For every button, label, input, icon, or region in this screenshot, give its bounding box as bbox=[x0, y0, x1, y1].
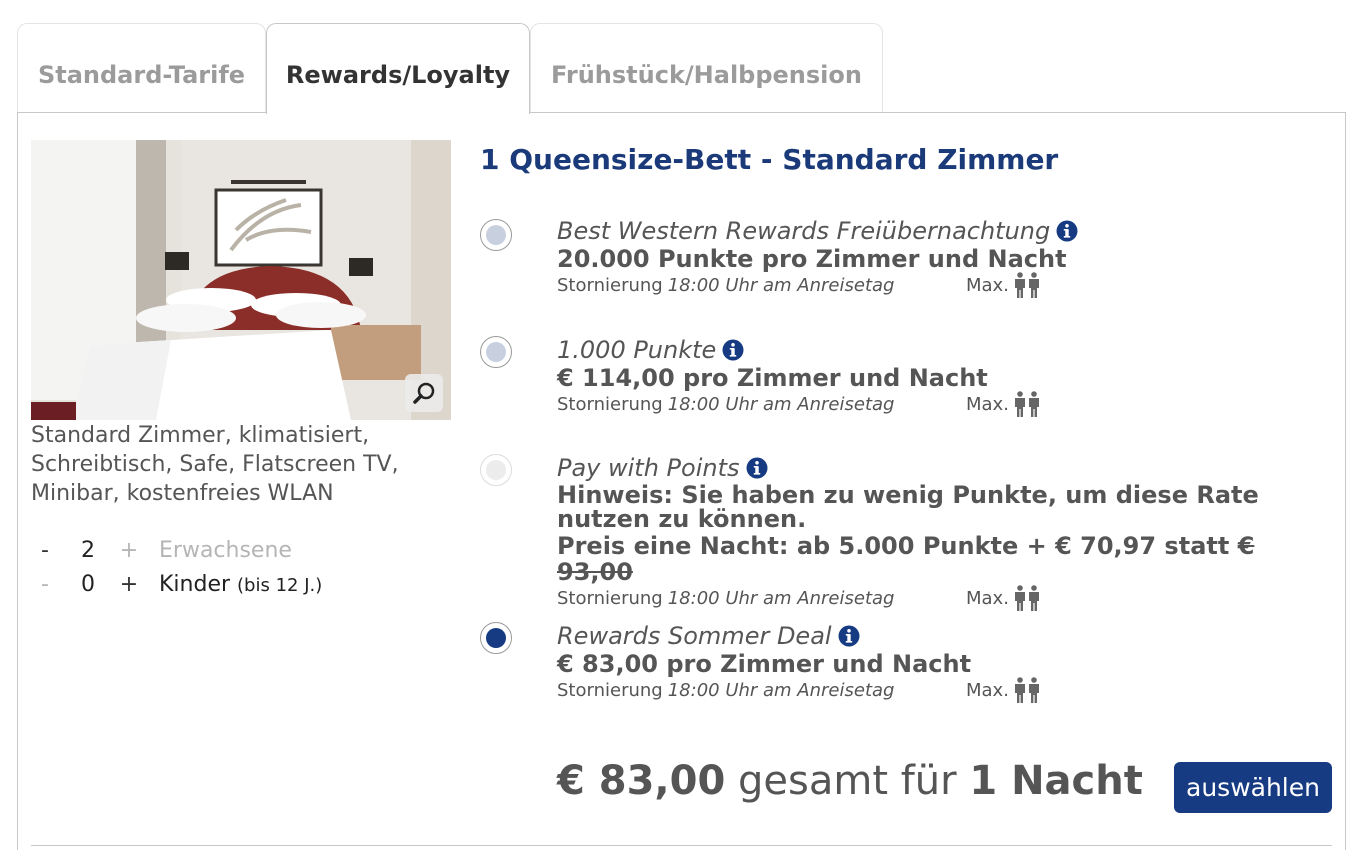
rate-name: Pay with Points bbox=[557, 454, 740, 482]
info-icon[interactable] bbox=[838, 625, 860, 647]
cancel-time: 18:00 Uhr am Anreisetag bbox=[667, 587, 895, 609]
rate-price: Preis eine Nacht: ab 5.000 Punkte + € 70… bbox=[557, 533, 1327, 585]
rate-radio[interactable] bbox=[480, 336, 512, 368]
children-label: Kinder (bis 12 J.) bbox=[159, 572, 322, 597]
cancel-label: Stornierung bbox=[557, 393, 663, 415]
rate-meta: Stornierung 18:00 Uhr am Anreisetag Max. bbox=[557, 272, 1327, 298]
adults-label: Erwachsene bbox=[159, 537, 292, 563]
children-label-text: Kinder bbox=[159, 571, 231, 597]
two-persons-icon bbox=[1012, 677, 1042, 703]
two-persons-icon bbox=[1012, 585, 1042, 611]
children-counter: - 0 + Kinder (bis 12 J.) bbox=[31, 569, 322, 599]
info-icon[interactable] bbox=[722, 339, 744, 361]
info-icon[interactable] bbox=[1056, 220, 1078, 242]
rate-price-prefix: Preis eine Nacht: ab 5.000 Punkte + € 70… bbox=[557, 532, 1230, 560]
max-label: Max. bbox=[966, 679, 1009, 701]
rate-name: Best Western Rewards Freiübernachtung bbox=[557, 217, 1051, 245]
rate-name: 1.000 Punkte bbox=[557, 336, 717, 364]
select-button[interactable]: auswählen bbox=[1174, 762, 1332, 813]
rate-price: € 114,00 pro Zimmer und Nacht bbox=[557, 364, 988, 392]
rate-radio[interactable] bbox=[480, 219, 512, 251]
total-price: € 83,00 gesamt für 1 Nacht bbox=[557, 758, 1143, 804]
max-occupancy: Max. bbox=[966, 391, 1042, 417]
cancel-time: 18:00 Uhr am Anreisetag bbox=[667, 393, 895, 415]
rate-radio[interactable] bbox=[480, 454, 512, 486]
children-decrease-button[interactable]: - bbox=[31, 572, 59, 597]
cancel-label: Stornierung bbox=[557, 679, 663, 701]
rate-meta: Stornierung 18:00 Uhr am Anreisetag Max. bbox=[557, 585, 1327, 611]
adults-decrease-button[interactable]: - bbox=[31, 538, 59, 563]
two-persons-icon bbox=[1012, 391, 1042, 417]
two-persons-icon bbox=[1012, 272, 1042, 298]
rate-notice: Hinweis: Sie haben zu wenig Punkte, um d… bbox=[557, 481, 1259, 533]
children-age-note: (bis 12 J.) bbox=[237, 574, 323, 596]
room-photo[interactable] bbox=[31, 140, 451, 420]
tab-standard-tarife[interactable]: Standard-Tarife bbox=[17, 23, 266, 113]
rate-meta: Stornierung 18:00 Uhr am Anreisetag Max. bbox=[557, 677, 1327, 703]
zoom-button[interactable] bbox=[405, 374, 443, 412]
radio-dot bbox=[486, 460, 506, 480]
max-occupancy: Max. bbox=[966, 585, 1042, 611]
radio-dot bbox=[486, 342, 506, 362]
cancel-label: Stornierung bbox=[557, 587, 663, 609]
rate-radio[interactable] bbox=[480, 622, 512, 654]
adults-count: 2 bbox=[81, 537, 95, 563]
max-occupancy: Max. bbox=[966, 677, 1042, 703]
children-count: 0 bbox=[81, 571, 95, 597]
total-middle-text: gesamt für bbox=[738, 758, 957, 804]
max-label: Max. bbox=[966, 587, 1009, 609]
children-increase-button[interactable]: + bbox=[117, 572, 141, 597]
room-photo-image bbox=[31, 140, 451, 420]
cancel-time: 18:00 Uhr am Anreisetag bbox=[667, 679, 895, 701]
radio-dot bbox=[486, 628, 506, 648]
rate-price: 20.000 Punkte pro Zimmer und Nacht bbox=[557, 245, 1067, 273]
max-label: Max. bbox=[966, 274, 1009, 296]
rate-price: € 83,00 pro Zimmer und Nacht bbox=[557, 650, 972, 678]
rate-meta: Stornierung 18:00 Uhr am Anreisetag Max. bbox=[557, 391, 1327, 417]
divider bbox=[31, 845, 1332, 846]
cancel-time: 18:00 Uhr am Anreisetag bbox=[667, 274, 895, 296]
cancel-label: Stornierung bbox=[557, 274, 663, 296]
adults-counter: - 2 + Erwachsene bbox=[31, 535, 292, 565]
max-label: Max. bbox=[966, 393, 1009, 415]
tab-fruehstueck-halbpension[interactable]: Frühstück/Halbpension bbox=[530, 23, 883, 113]
adults-increase-button[interactable]: + bbox=[117, 538, 141, 563]
info-icon[interactable] bbox=[746, 457, 768, 479]
room-description: Standard Zimmer, klimatisiert, Schreibti… bbox=[31, 423, 399, 506]
total-nights: 1 Nacht bbox=[969, 758, 1143, 804]
radio-dot bbox=[486, 225, 506, 245]
zoom-icon bbox=[413, 382, 435, 404]
max-occupancy: Max. bbox=[966, 272, 1042, 298]
total-amount: € 83,00 bbox=[557, 758, 726, 804]
tab-rewards-loyalty[interactable]: Rewards/Loyalty bbox=[266, 23, 530, 114]
room-title: 1 Queensize-Bett - Standard Zimmer bbox=[480, 143, 1059, 176]
rate-name: Rewards Sommer Deal bbox=[557, 622, 832, 650]
